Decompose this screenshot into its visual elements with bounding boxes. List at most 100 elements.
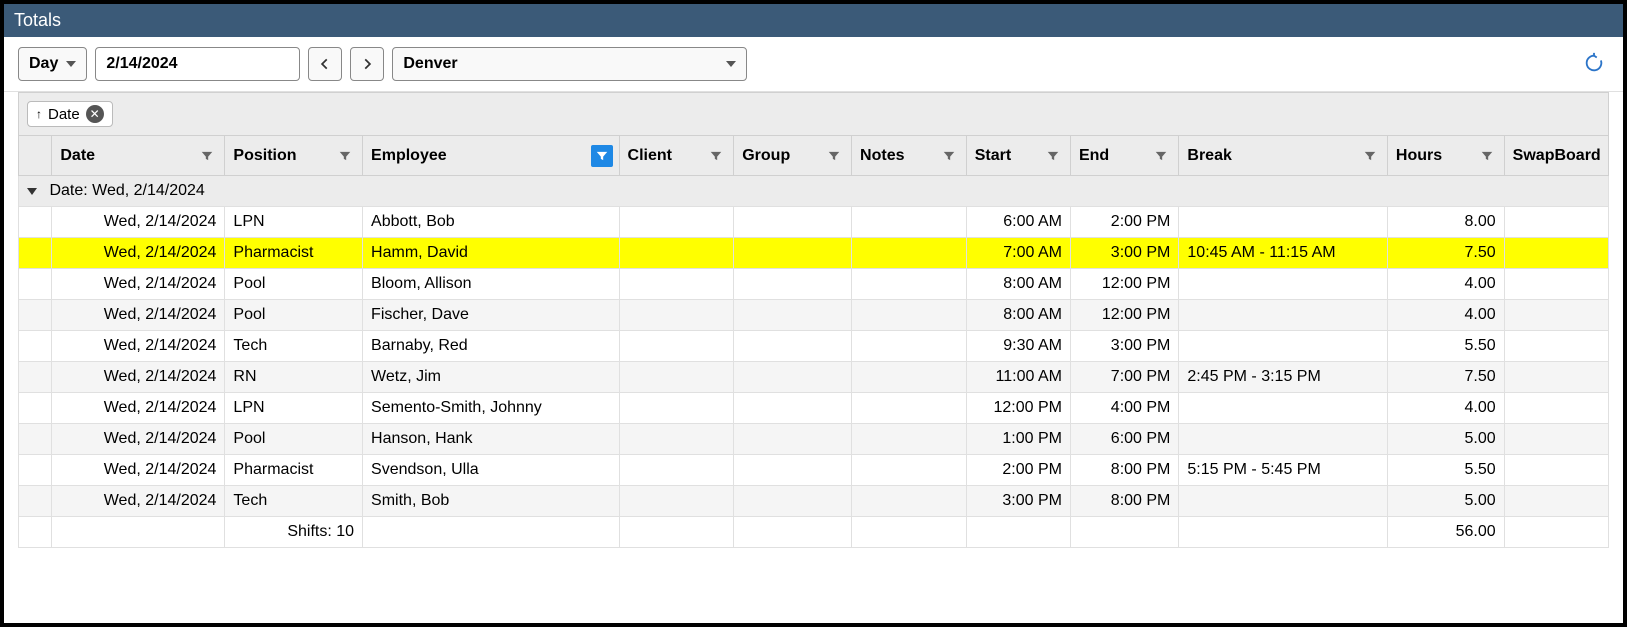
table-row[interactable]: Wed, 2/14/2024LPNAbbott, Bob6:00 AM2:00 … [19, 207, 1609, 238]
table-row[interactable]: Wed, 2/14/2024PoolHanson, Hank1:00 PM6:0… [19, 424, 1609, 455]
cell-notes [852, 486, 967, 517]
cell-group [734, 207, 852, 238]
cell-group [734, 238, 852, 269]
chevron-down-icon [726, 61, 736, 67]
end-header[interactable]: End [1070, 136, 1178, 176]
row-handle[interactable] [19, 424, 52, 455]
row-handle[interactable] [19, 362, 52, 393]
filter-icon[interactable] [334, 145, 356, 167]
cell-notes [852, 393, 967, 424]
cell-notes [852, 331, 967, 362]
cell-end: 7:00 PM [1070, 362, 1178, 393]
filter-icon[interactable] [196, 145, 218, 167]
table-row[interactable]: Wed, 2/14/2024TechBarnaby, Red9:30 AM3:0… [19, 331, 1609, 362]
cell-swap [1504, 331, 1608, 362]
cell-notes [852, 238, 967, 269]
filter-icon[interactable] [823, 145, 845, 167]
group-chip-date[interactable]: ↑ Date ✕ [27, 101, 113, 127]
cell-swap [1504, 238, 1608, 269]
start-header[interactable]: Start [966, 136, 1070, 176]
cell-swap [1504, 424, 1608, 455]
row-handle[interactable] [19, 393, 52, 424]
client-header[interactable]: Client [619, 136, 734, 176]
row-handle[interactable] [19, 455, 52, 486]
hours-header[interactable]: Hours [1387, 136, 1504, 176]
remove-group-icon[interactable]: ✕ [86, 105, 104, 123]
table-row[interactable]: Wed, 2/14/2024TechSmith, Bob3:00 PM8:00 … [19, 486, 1609, 517]
group-header-row[interactable]: Date: Wed, 2/14/2024 [19, 176, 1609, 207]
cell-swap [1504, 362, 1608, 393]
table-row[interactable]: Wed, 2/14/2024PoolFischer, Dave8:00 AM12… [19, 300, 1609, 331]
refresh-button[interactable] [1579, 48, 1609, 81]
group-header[interactable]: Group [734, 136, 852, 176]
next-date-button[interactable] [350, 47, 384, 81]
filter-icon[interactable] [1150, 145, 1172, 167]
group-panel[interactable]: ↑ Date ✕ [18, 92, 1609, 135]
cell-break [1179, 207, 1388, 238]
row-handle[interactable] [19, 269, 52, 300]
notes-header[interactable]: Notes [852, 136, 967, 176]
cell-employee: Bloom, Allison [363, 269, 619, 300]
cell-employee: Hamm, David [363, 238, 619, 269]
cell-start: 6:00 AM [966, 207, 1070, 238]
collapse-icon[interactable] [27, 188, 37, 195]
cell-hours: 7.50 [1387, 238, 1504, 269]
row-handle[interactable] [19, 486, 52, 517]
filter-icon[interactable] [1476, 145, 1498, 167]
break-header[interactable]: Break [1179, 136, 1388, 176]
row-handle[interactable] [19, 331, 52, 362]
filter-icon[interactable] [1359, 145, 1381, 167]
chevron-right-icon [360, 57, 374, 71]
position-header[interactable]: Position [225, 136, 363, 176]
filter-icon[interactable] [938, 145, 960, 167]
cell-break [1179, 486, 1388, 517]
row-handle[interactable] [19, 238, 52, 269]
view-mode-dropdown[interactable]: Day [18, 47, 87, 81]
view-mode-value: Day [29, 55, 58, 73]
window-titlebar: Totals [4, 4, 1623, 37]
cell-position: Tech [225, 331, 363, 362]
cell-start: 9:30 AM [966, 331, 1070, 362]
cell-employee: Wetz, Jim [363, 362, 619, 393]
cell-date: Wed, 2/14/2024 [52, 424, 225, 455]
group-chip-label: Date [48, 106, 80, 123]
handle-header [19, 136, 52, 176]
cell-date: Wed, 2/14/2024 [52, 300, 225, 331]
cell-employee: Smith, Bob [363, 486, 619, 517]
row-handle[interactable] [19, 300, 52, 331]
table-row[interactable]: Wed, 2/14/2024PharmacistSvendson, Ulla2:… [19, 455, 1609, 486]
cell-client [619, 207, 734, 238]
row-handle[interactable] [19, 207, 52, 238]
cell-break [1179, 269, 1388, 300]
cell-client [619, 362, 734, 393]
table-row[interactable]: Wed, 2/14/2024PoolBloom, Allison8:00 AM1… [19, 269, 1609, 300]
cell-employee: Abbott, Bob [363, 207, 619, 238]
cell-break [1179, 300, 1388, 331]
refresh-icon [1583, 52, 1605, 74]
table-row[interactable]: Wed, 2/14/2024PharmacistHamm, David7:00 … [19, 238, 1609, 269]
footer-row: Shifts: 1056.00 [19, 517, 1609, 548]
location-dropdown[interactable]: Denver [392, 47, 747, 81]
cell-date: Wed, 2/14/2024 [52, 269, 225, 300]
swapboard-header[interactable]: SwapBoard [1504, 136, 1608, 176]
cell-end: 8:00 PM [1070, 455, 1178, 486]
filter-icon[interactable] [1042, 145, 1064, 167]
table-row[interactable]: Wed, 2/14/2024RNWetz, Jim11:00 AM7:00 PM… [19, 362, 1609, 393]
date-input[interactable] [95, 47, 300, 81]
cell-notes [852, 424, 967, 455]
date-header[interactable]: Date [52, 136, 225, 176]
cell-date: Wed, 2/14/2024 [52, 393, 225, 424]
filter-icon[interactable] [705, 145, 727, 167]
cell-start: 8:00 AM [966, 300, 1070, 331]
cell-break [1179, 424, 1388, 455]
table-row[interactable]: Wed, 2/14/2024LPNSemento-Smith, Johnny 12… [19, 393, 1609, 424]
cell-swap [1504, 207, 1608, 238]
cell-employee: Semento-Smith, Johnny [363, 393, 619, 424]
filter-icon-active[interactable] [591, 145, 613, 167]
cell-end: 3:00 PM [1070, 331, 1178, 362]
cell-start: 12:00 PM [966, 393, 1070, 424]
prev-date-button[interactable] [308, 47, 342, 81]
cell-position: LPN [225, 393, 363, 424]
employee-header[interactable]: Employee [363, 136, 619, 176]
cell-client [619, 238, 734, 269]
